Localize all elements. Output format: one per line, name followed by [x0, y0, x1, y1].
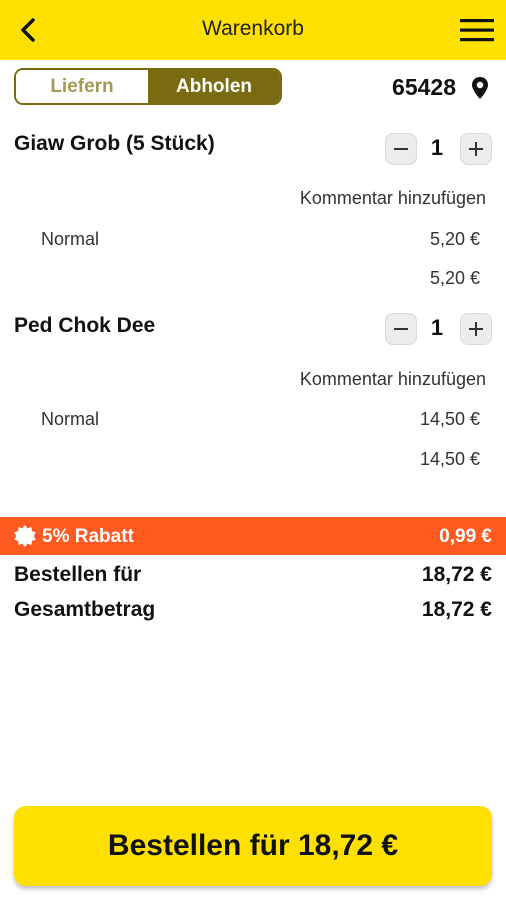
discount-banner: 5% Rabatt 0,99 € — [0, 517, 506, 555]
item-total: 14,50 € — [419, 449, 480, 469]
discount-label: 5% Rabatt — [42, 526, 134, 547]
location-pin-icon[interactable] — [470, 76, 490, 100]
item-total: 5,20 € — [429, 268, 480, 288]
top-bar: Warenkorb — [0, 0, 506, 60]
decrease-quantity-button[interactable] — [385, 133, 417, 165]
deliver-option[interactable]: Liefern — [16, 70, 148, 103]
page-title: Warenkorb — [202, 17, 304, 40]
variant-name: Normal — [41, 409, 100, 429]
minus-icon — [394, 328, 408, 330]
plus-icon — [469, 142, 483, 156]
delivery-mode-toggle: Liefern Abholen — [14, 68, 282, 105]
discount-badge-icon — [14, 525, 36, 547]
increase-quantity-button[interactable] — [460, 133, 492, 165]
variant-price: 5,20 € — [429, 229, 480, 249]
add-comment-link[interactable]: Kommentar hinzufügen — [300, 369, 486, 390]
hamburger-menu-icon[interactable] — [458, 14, 496, 46]
quantity-value: 1 — [430, 315, 444, 340]
add-comment-link[interactable]: Kommentar hinzufügen — [300, 188, 486, 209]
variant-name: Normal — [41, 229, 100, 249]
order-for-row: Bestellen für 18,72 € — [14, 563, 492, 587]
decrease-quantity-button[interactable] — [385, 313, 417, 345]
total-row: Gesamtbetrag 18,72 € — [14, 598, 492, 622]
order-for-label: Bestellen für — [14, 563, 142, 586]
plus-icon — [469, 322, 483, 336]
total-label: Gesamtbetrag — [14, 598, 156, 621]
cart-item-name: Ped Chok Dee — [14, 314, 156, 337]
discount-value: 0,99 € — [439, 526, 492, 547]
variant-price: 14,50 € — [419, 409, 480, 429]
cart-item-name: Giaw Grob (5 Stück) — [14, 132, 215, 155]
order-for-value: 18,72 € — [421, 563, 492, 586]
quantity-value: 1 — [430, 135, 444, 160]
pickup-option[interactable]: Abholen — [148, 70, 280, 103]
total-value: 18,72 € — [421, 598, 492, 621]
zip-code: 65428 — [392, 74, 456, 100]
place-order-button[interactable]: Bestellen für 18,72 € — [14, 806, 492, 886]
increase-quantity-button[interactable] — [460, 313, 492, 345]
minus-icon — [394, 148, 408, 150]
